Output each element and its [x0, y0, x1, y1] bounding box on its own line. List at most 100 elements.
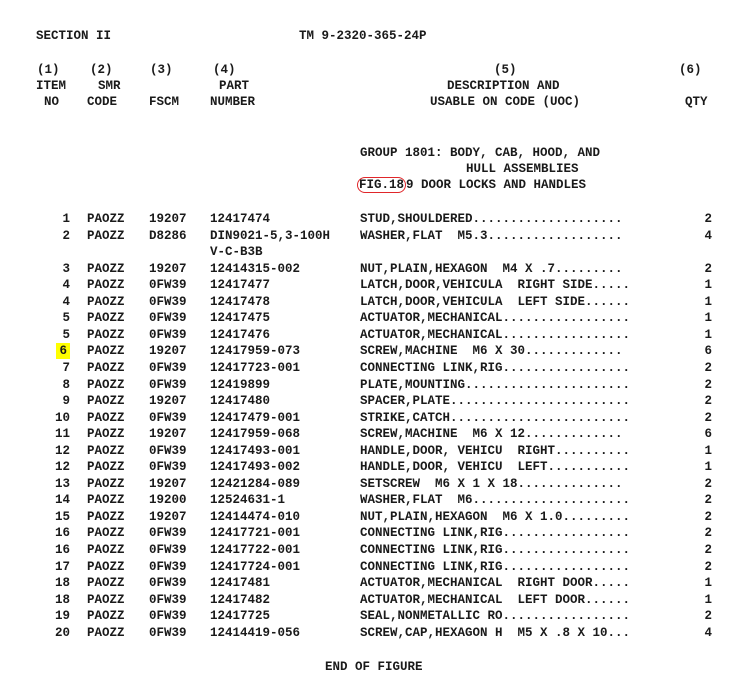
part-number: 12417493-001 — [210, 444, 301, 458]
highlighted-item-number: 6 — [56, 343, 70, 359]
quantity: 1 — [704, 576, 712, 590]
part-description: CONNECTING LINK,RIG................. — [360, 560, 631, 574]
table-row: 4 PAOZZ 0FW39 12417478 LATCH,DOOR,VEHICULA L… — [0, 294, 748, 310]
part-number: 12414474-010 — [210, 510, 301, 524]
table-row: 15 PAOZZ 19207 12414474-010 NUT,PLAIN,HEXAGO… — [0, 509, 748, 525]
table-row: 4 PAOZZ 0FW39 12417477 LATCH,DOOR,VEHICULA R… — [0, 277, 748, 293]
quantity: 2 — [704, 212, 712, 226]
figure-title: FIG.18 9 DOOR LOCKS AND HANDLES — [357, 177, 587, 193]
part-number-continuation: V-C-B3B — [210, 245, 263, 259]
part-description: WASHER,FLAT M6..................... — [360, 493, 631, 507]
fscm-code: 0FW39 — [149, 278, 187, 292]
fscm-code: 0FW39 — [149, 543, 187, 557]
smr-code: PAOZZ — [87, 626, 125, 640]
smr-code: PAOZZ — [87, 262, 125, 276]
col-smr-label: SMR — [98, 79, 121, 93]
fscm-code: 19207 — [149, 212, 187, 226]
item-number: 3 — [62, 262, 70, 276]
table-row: 16 PAOZZ 0FW39 12417721-001 CONNECTING LINK,… — [0, 525, 748, 541]
smr-code: PAOZZ — [87, 576, 125, 590]
part-description: STRIKE,CATCH........................ — [360, 411, 631, 425]
table-row: 16 PAOZZ 0FW39 12417722-001 CONNECTING LINK,… — [0, 542, 748, 558]
table-row: 18 PAOZZ 0FW39 12417481 ACTUATOR,MECHANICAL … — [0, 575, 748, 591]
smr-code: PAOZZ — [87, 394, 125, 408]
item-number: 16 — [54, 526, 70, 540]
part-number: 12417481 — [210, 576, 271, 590]
item-number: 16 — [54, 543, 70, 557]
part-description: CONNECTING LINK,RIG................. — [360, 526, 631, 540]
quantity: 2 — [704, 411, 712, 425]
item-number: 18 — [54, 576, 70, 590]
fscm-code: 0FW39 — [149, 560, 187, 574]
part-description: SCREW,CAP,HEXAGON H M5 X .8 X 10... — [360, 626, 631, 640]
table-row: 2 PAOZZ D8286 DIN9021-5,3-100H WASHER,FLAT M… — [0, 228, 748, 244]
quantity: 6 — [704, 427, 712, 441]
smr-code: PAOZZ — [87, 229, 125, 243]
part-number: 12417477 — [210, 278, 271, 292]
col-desc-label-2: USABLE ON CODE (UOC) — [430, 95, 581, 109]
quantity: 2 — [704, 543, 712, 557]
part-description: SETSCREW M6 X 1 X 18.............. — [360, 477, 623, 491]
table-row: 20 PAOZZ 0FW39 12414419-056 SCREW,CAP,HEXAGO… — [0, 625, 748, 641]
table-row: 5 PAOZZ 0FW39 12417475 ACTUATOR,MECHANICAL..… — [0, 310, 748, 326]
quantity: 2 — [704, 526, 712, 540]
quantity: 2 — [704, 493, 712, 507]
smr-code: PAOZZ — [87, 311, 125, 325]
fscm-code: 0FW39 — [149, 328, 187, 342]
fscm-code: 0FW39 — [149, 460, 187, 474]
smr-code: PAOZZ — [87, 460, 125, 474]
part-description: SCREW,MACHINE M6 X 30............. — [360, 344, 623, 358]
part-number: 12417493-002 — [210, 460, 301, 474]
item-number: 6 — [56, 343, 70, 359]
fscm-code: 19207 — [149, 262, 187, 276]
fscm-code: D8286 — [149, 229, 187, 243]
table-row: 5 PAOZZ 0FW39 12417476 ACTUATOR,MECHANICAL..… — [0, 327, 748, 343]
part-description: ACTUATOR,MECHANICAL RIGHT DOOR..... — [360, 576, 631, 590]
part-number: 12414419-056 — [210, 626, 301, 640]
smr-code: PAOZZ — [87, 526, 125, 540]
part-description: HANDLE,DOOR, VEHICU RIGHT.......... — [360, 444, 631, 458]
fscm-code: 0FW39 — [149, 311, 187, 325]
table-row: 17 PAOZZ 0FW39 12417724-001 CONNECTING LINK,… — [0, 559, 748, 575]
quantity: 1 — [704, 328, 712, 342]
fscm-code: 19207 — [149, 344, 187, 358]
fscm-code: 19207 — [149, 427, 187, 441]
part-number: 12524631-1 — [210, 493, 286, 507]
part-number: 12417478 — [210, 295, 271, 309]
quantity: 2 — [704, 394, 712, 408]
table-row: 6 PAOZZ 19207 12417959-073 SCREW,MACHINE M6 … — [0, 343, 748, 359]
smr-code: PAOZZ — [87, 477, 125, 491]
table-row: 14 PAOZZ 19200 12524631-1 WASHER,FLAT M6....… — [0, 492, 748, 508]
part-number: 12414315-002 — [210, 262, 301, 276]
item-number: 9 — [62, 394, 70, 408]
quantity: 6 — [704, 344, 712, 358]
part-number: 12417482 — [210, 593, 271, 607]
fscm-code: 0FW39 — [149, 576, 187, 590]
smr-code: PAOZZ — [87, 427, 125, 441]
item-number: 2 — [62, 229, 70, 243]
col-fscm-number: (3) — [150, 63, 173, 77]
quantity: 2 — [704, 560, 712, 574]
part-number: 12417721-001 — [210, 526, 301, 540]
item-number: 12 — [54, 444, 70, 458]
quantity: 2 — [704, 262, 712, 276]
part-number: 12417959-068 — [210, 427, 301, 441]
figure-name: 9 DOOR LOCKS AND HANDLES — [406, 178, 587, 192]
col-desc-number: (5) — [494, 63, 517, 77]
smr-code: PAOZZ — [87, 361, 125, 375]
section-title: SECTION II — [36, 29, 112, 43]
part-number: 12417480 — [210, 394, 271, 408]
table-row: 10 PAOZZ 0FW39 12417479-001 STRIKE,CATCH....… — [0, 410, 748, 426]
table-row: 18 PAOZZ 0FW39 12417482 ACTUATOR,MECHANICAL … — [0, 592, 748, 608]
part-description: SCREW,MACHINE M6 X 12............. — [360, 427, 623, 441]
table-row: 3 PAOZZ 19207 12414315-002 NUT,PLAIN,HEXAGON… — [0, 261, 748, 277]
group-title: GROUP 1801: BODY, CAB, HOOD, AND — [360, 146, 601, 160]
item-number: 12 — [54, 460, 70, 474]
col-desc-label: DESCRIPTION AND — [447, 79, 560, 93]
part-description: WASHER,FLAT M5.3.................. — [360, 229, 623, 243]
part-description: ACTUATOR,MECHANICAL................. — [360, 328, 631, 342]
item-number: 10 — [54, 411, 70, 425]
col-smr-label-2: CODE — [87, 95, 118, 109]
part-number: 12417722-001 — [210, 543, 301, 557]
part-number: 12417725 — [210, 609, 271, 623]
